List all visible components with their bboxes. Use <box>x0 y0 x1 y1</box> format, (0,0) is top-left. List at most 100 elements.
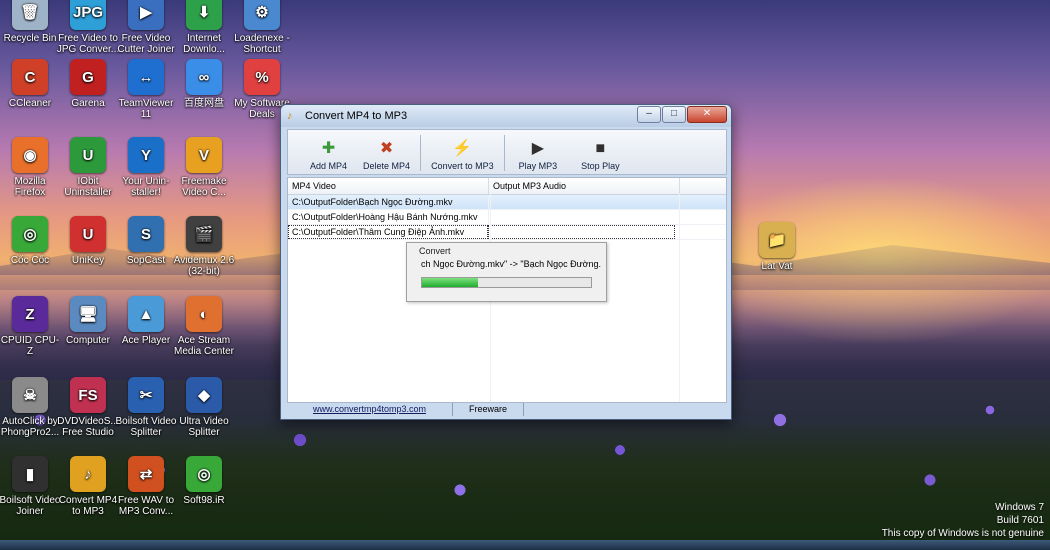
desktop-icon[interactable]: ⬇ Internet Downlo... <box>172 0 236 55</box>
desktop-icon[interactable]: ▲ Ace Player <box>114 296 178 346</box>
app-icon: C <box>12 59 48 95</box>
desktop-icon-label: Ultra Video Splitter <box>179 416 229 438</box>
app-icon: ⚙ <box>244 0 280 30</box>
desktop-icon-label: 百度网盘 <box>184 98 224 109</box>
app-icon: Y <box>128 137 164 173</box>
app-icon: ⇄ <box>128 456 164 492</box>
add-icon: ✚ <box>321 140 336 157</box>
desktop-icon[interactable]: Z CPUID CPU-Z <box>0 296 62 357</box>
app-icon: 🗑 <box>12 0 48 30</box>
progress-bar <box>421 277 592 288</box>
desktop-icon[interactable]: ▶ Free Video Cutter Joiner <box>114 0 178 55</box>
delete-mp4-button[interactable]: ✖ Delete MP4 <box>355 129 418 174</box>
add-mp4-button[interactable]: ✚ Add MP4 <box>302 129 355 174</box>
progress-bar-fill <box>422 278 478 287</box>
row-video-path: C:\OutputFolder\Thâm Cung Điệp Ảnh.mkv <box>288 225 488 239</box>
table-row[interactable]: C:\OutputFolder\Hoàng Hậu Bánh Nướng.mkv <box>288 210 726 225</box>
desktop-icon-label: IObit Uninstaller <box>64 176 112 198</box>
desktop-icon-label: Freemake Video C... <box>181 176 227 198</box>
row-audio-path <box>488 195 675 209</box>
desktop-icon-label: CCleaner <box>8 98 52 109</box>
table-row[interactable]: C:\OutputFolder\Thâm Cung Điệp Ảnh.mkv <box>288 225 726 240</box>
app-icon: ◐ <box>186 296 222 332</box>
license-label: Freeware <box>453 403 524 416</box>
desktop-icon-label: CPUID CPU-Z <box>0 335 60 357</box>
lightning-icon: ⚡ <box>452 140 473 157</box>
windows-watermark-genuine: This copy of Windows is not genuine <box>881 528 1044 539</box>
column-header-output-mp3[interactable]: Output MP3 Audio <box>489 178 680 194</box>
desktop-icon-label: Avidemux 2.6 (32-bit) <box>173 255 235 277</box>
desktop-icon-label: Free Video to JPG Conver... <box>56 33 120 55</box>
play-mp3-button[interactable]: ▶ Play MP3 <box>507 129 570 174</box>
convert-to-mp3-label: Convert to MP3 <box>431 161 494 171</box>
desktop-icon[interactable]: U IObit Uninstaller <box>56 137 120 198</box>
desktop-icon[interactable]: C CCleaner <box>0 59 62 109</box>
close-button[interactable]: ✕ <box>687 106 727 123</box>
app-icon: ◆ <box>186 377 222 413</box>
minimize-button[interactable]: – <box>637 106 661 123</box>
desktop-icon[interactable]: G Garena <box>56 59 120 109</box>
desktop-icon[interactable]: 🎬 Avidemux 2.6 (32-bit) <box>172 216 236 277</box>
desktop-icon-label: Computer <box>66 335 110 346</box>
convert-progress-dialog: Convert ch Ngọc Đường.mkv" -> "Bạch Ngọc… <box>406 242 607 302</box>
row-audio-path <box>488 210 675 224</box>
website-link[interactable]: www.convertmp4tomp3.com <box>287 403 453 416</box>
desktop-icon[interactable]: JPG Free Video to JPG Conver... <box>56 0 120 55</box>
desktop-icon[interactable]: ◎ Soft98.iR <box>172 456 236 506</box>
app-icon: ◎ <box>12 216 48 252</box>
desktop-icon[interactable]: 📁 Lat Vat <box>745 222 809 272</box>
taskbar[interactable] <box>0 540 1050 550</box>
desktop-icon[interactable]: S SopCast <box>114 216 178 266</box>
toolbar-separator <box>420 135 422 171</box>
desktop-icon[interactable]: ⇄ Free WAV to MP3 Conv... <box>114 456 178 517</box>
desktop-icon[interactable]: ◆ Ultra Video Splitter <box>172 377 236 438</box>
app-icon: ◎ <box>186 456 222 492</box>
toolbar-separator <box>503 135 505 171</box>
desktop-icon-label: UniKey <box>71 255 105 266</box>
stop-play-button[interactable]: ■ Stop Play <box>569 129 632 174</box>
desktop-icon-label: Soft98.iR <box>183 495 225 506</box>
stop-icon: ■ <box>595 140 606 157</box>
desktop-icon[interactable]: FS DVDVideoS... Free Studio <box>56 377 120 438</box>
play-mp3-label: Play MP3 <box>518 161 558 171</box>
desktop-icon[interactable]: ∞ 百度网盘 <box>172 59 236 109</box>
desktop-icon-label: Free Video Cutter Joiner <box>117 33 175 55</box>
desktop-icon[interactable]: 🗑 Recycle Bin <box>0 0 62 44</box>
status-bar: www.convertmp4tomp3.com Freeware <box>287 403 725 416</box>
desktop-icon[interactable]: 🖥 Computer <box>56 296 120 346</box>
desktop-icon[interactable]: ◐ Ace Stream Media Center <box>172 296 236 357</box>
app-icon: % <box>244 59 280 95</box>
desktop-icon-label: Boilsoft Video Joiner <box>0 495 61 517</box>
desktop-icon-label: Loadenexe - Shortcut <box>234 33 290 55</box>
maximize-button[interactable]: □ <box>662 106 686 123</box>
desktop-icon[interactable]: Y Your Unin-staller! <box>114 137 178 198</box>
desktop-icon-label: Free WAV to MP3 Conv... <box>117 495 175 517</box>
app-icon: ◉ <box>12 137 48 173</box>
convert-to-mp3-button[interactable]: ⚡ Convert to MP3 <box>423 129 502 174</box>
desktop-icon[interactable]: ▮ Boilsoft Video Joiner <box>0 456 62 517</box>
desktop-icon[interactable]: ↔ TeamViewer 11 <box>114 59 178 120</box>
windows-watermark-build: Build 7601 <box>996 515 1044 526</box>
desktop-icon[interactable]: ◉ Mozilla Firefox <box>0 137 62 198</box>
window-titlebar[interactable]: ♪ Convert MP4 to MP3 – □ ✕ <box>281 105 731 127</box>
app-icon: ♪ <box>70 456 106 492</box>
desktop-icon[interactable]: ◎ Cốc Cốc <box>0 216 62 266</box>
desktop-icon[interactable]: ♪ Convert MP4 to MP3 <box>56 456 120 517</box>
app-icon: U <box>70 216 106 252</box>
app-icon: ∞ <box>186 59 222 95</box>
column-header-filler <box>680 178 726 194</box>
desktop-icon[interactable]: ✂ Boilsoft Video Splitter <box>114 377 178 438</box>
column-header-mp4-video[interactable]: MP4 Video <box>288 178 489 194</box>
table-row[interactable]: C:\OutputFolder\Bạch Ngọc Đường.mkv <box>288 195 726 210</box>
progress-message: ch Ngọc Đường.mkv" -> "Bạch Ngọc Đường.m <box>421 259 601 269</box>
desktop-icon[interactable]: V Freemake Video C... <box>172 137 236 198</box>
desktop-icon-label: TeamViewer 11 <box>118 98 174 120</box>
desktop-icon[interactable]: ⚙ Loadenexe - Shortcut <box>230 0 294 55</box>
app-icon: S <box>128 216 164 252</box>
app-icon: Z <box>12 296 48 332</box>
desktop-icon[interactable]: U UniKey <box>56 216 120 266</box>
add-mp4-label: Add MP4 <box>310 161 348 171</box>
desktop-icon[interactable]: ☠ AutoClick by PhongPro2... <box>0 377 62 438</box>
windows-watermark-edition: Windows 7 <box>995 502 1044 513</box>
desktop-icon-label: Boilsoft Video Splitter <box>115 416 177 438</box>
